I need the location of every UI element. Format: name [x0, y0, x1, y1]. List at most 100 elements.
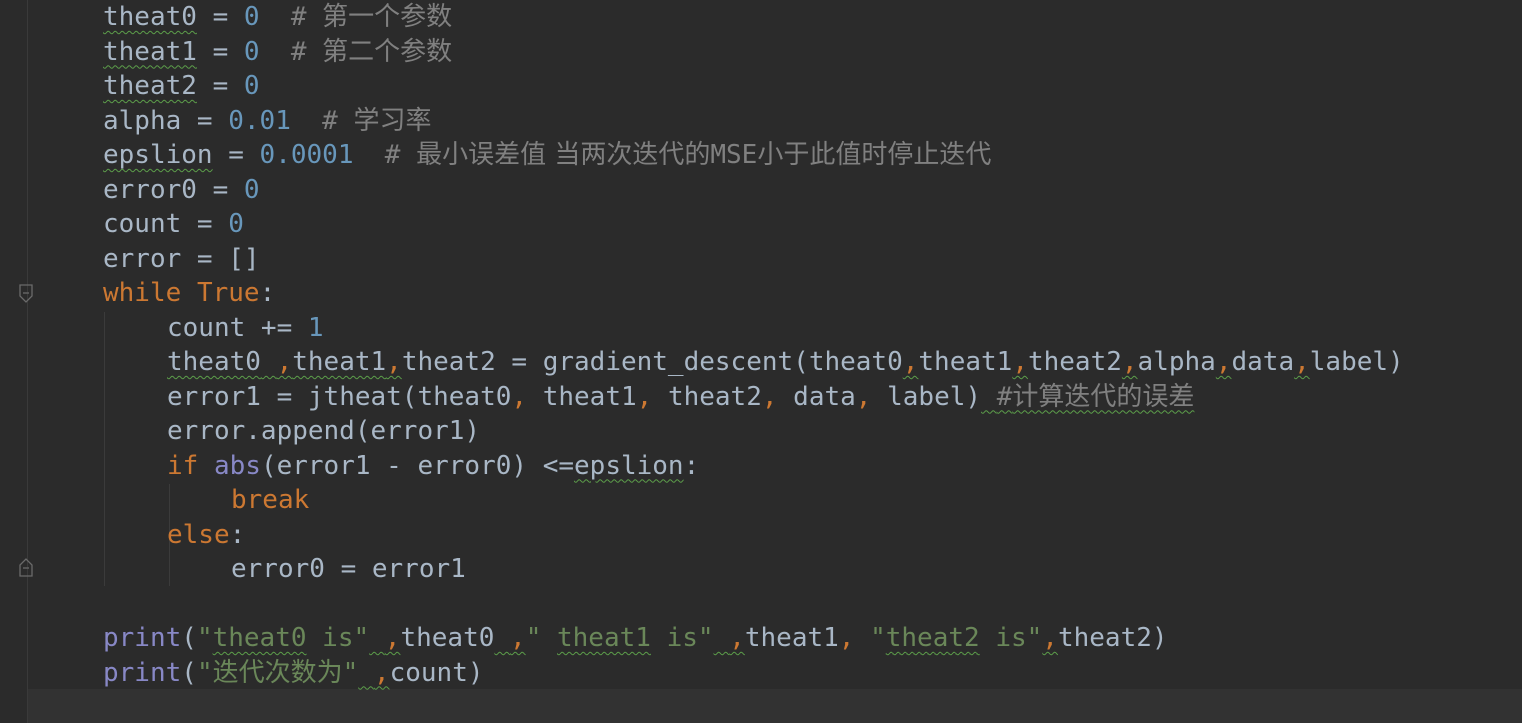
- code-token: count: [167, 312, 246, 343]
- code-token: 0: [243, 174, 260, 205]
- code-token: theat2: [1027, 347, 1122, 377]
- code-token: count): [389, 657, 484, 688]
- code-token: 学习率: [353, 105, 432, 136]
- code-token: =: [212, 140, 260, 170]
- code-token: =: [181, 209, 229, 239]
- code-token: label): [1309, 347, 1404, 377]
- code-token: data: [1231, 347, 1295, 377]
- code-line[interactable]: count += 1: [167, 311, 324, 345]
- code-token: ,: [761, 381, 794, 412]
- code-line[interactable]: if abs(error1 - error0) <=epslion:: [167, 449, 699, 483]
- code-line[interactable]: while True:: [103, 276, 275, 310]
- code-token: while: [103, 278, 182, 308]
- code-token: ,: [386, 347, 402, 377]
- code-token: theat1: [542, 381, 637, 412]
- code-line[interactable]: alpha = 0.01 # 学习率: [103, 104, 432, 138]
- code-token: ,: [384, 623, 401, 653]
- code-token: ,: [855, 381, 888, 412]
- code-token: is": [979, 623, 1043, 653]
- code-token: theat2): [1057, 623, 1168, 653]
- fold-end-icon[interactable]: [18, 557, 34, 577]
- code-token: 第二个参数: [322, 36, 453, 67]
- code-token: ,: [902, 347, 919, 377]
- code-line[interactable]: error0 = 0: [103, 173, 260, 207]
- code-line[interactable]: theat2 = 0: [103, 69, 260, 103]
- code-token: 0: [243, 2, 260, 32]
- code-token: ": [342, 657, 359, 688]
- code-token: theat1: [103, 36, 197, 67]
- code-token: ,: [373, 657, 390, 688]
- code-token: =: [196, 174, 244, 205]
- code-token: error.append(error1): [167, 416, 481, 446]
- code-token: jtheat(theat0: [307, 381, 512, 412]
- code-token: data: [793, 381, 856, 412]
- code-line[interactable]: theat0 ,theat1,theat2 = gradient_descent…: [167, 345, 1404, 379]
- code-token: error: [103, 243, 182, 274]
- code-token: 0: [243, 71, 260, 101]
- code-token: theat2: [103, 71, 197, 101]
- code-token: 0.0001: [259, 140, 354, 170]
- code-editor[interactable]: theat0 = 0 # 第一个参数 theat1 = 0 # 第二个参数 thea…: [0, 0, 1522, 723]
- code-token: =: [181, 243, 229, 274]
- code-token: #: [996, 381, 1013, 412]
- code-token: is": [650, 623, 714, 653]
- code-token: theat0: [808, 347, 903, 377]
- code-token: theat1: [292, 347, 387, 377]
- code-token: ,: [636, 381, 668, 412]
- code-token: ,: [510, 623, 526, 653]
- code-token: theat2: [885, 623, 980, 653]
- code-token: error1: [167, 381, 261, 412]
- code-token: theat2: [667, 381, 762, 412]
- code-token: 0: [243, 36, 260, 67]
- code-token: #: [353, 140, 417, 170]
- code-token: ": [525, 623, 557, 653]
- fold-start-icon[interactable]: [18, 284, 34, 304]
- code-token: #: [259, 36, 323, 67]
- code-token: =: [260, 381, 308, 412]
- code-line[interactable]: print("theat0 is" ,theat0 ," theat1 is" …: [103, 621, 1168, 655]
- code-token: (error1 - error0) <=: [260, 450, 575, 481]
- code-line[interactable]: theat1 = 0 # 第二个参数: [103, 35, 452, 69]
- code-token: 迭代次数为: [212, 657, 343, 688]
- code-token: =: [495, 347, 543, 377]
- code-token: #: [290, 105, 354, 136]
- code-token: if: [167, 450, 199, 481]
- code-token: epslion: [574, 450, 684, 481]
- code-token: +=: [245, 312, 308, 343]
- code-token: error0: [103, 174, 197, 205]
- code-token: ": [196, 657, 213, 688]
- code-line[interactable]: error1 = jtheat(theat0, theat1, theat2, …: [167, 380, 1194, 414]
- code-token: theat2: [401, 347, 496, 377]
- code-token: print: [103, 623, 182, 653]
- code-line[interactable]: error0 = error1: [231, 552, 466, 586]
- current-line-highlight: [28, 689, 1522, 723]
- code-token: =: [181, 105, 229, 136]
- code-line[interactable]: print("迭代次数为" ,count): [103, 656, 484, 690]
- code-token: ,: [1012, 347, 1028, 377]
- code-line[interactable]: theat0 = 0 # 第一个参数: [103, 0, 452, 34]
- code-token: break: [231, 485, 310, 515]
- code-token: ": [196, 623, 213, 653]
- code-token: epslion: [103, 140, 213, 170]
- code-token: ,: [276, 347, 293, 377]
- code-token: #: [259, 2, 323, 32]
- code-line[interactable]: error = []: [103, 242, 260, 276]
- code-line[interactable]: error.append(error1): [167, 414, 480, 448]
- code-token: theat0: [167, 347, 261, 377]
- code-token: 第一个参数: [322, 2, 453, 32]
- code-token: ,: [1215, 347, 1232, 377]
- indent-guide: [104, 312, 105, 586]
- code-token: 计算迭代的误差: [1012, 381, 1195, 412]
- code-line[interactable]: else:: [167, 518, 245, 552]
- code-token: ,: [1121, 347, 1138, 377]
- code-line[interactable]: epslion = 0.0001 # 最小误差值 当两次迭代的MSE小于此值时停…: [103, 138, 991, 172]
- code-line[interactable]: count = 0: [103, 207, 244, 241]
- code-line[interactable]: break: [231, 483, 309, 517]
- code-token: 0: [228, 209, 244, 239]
